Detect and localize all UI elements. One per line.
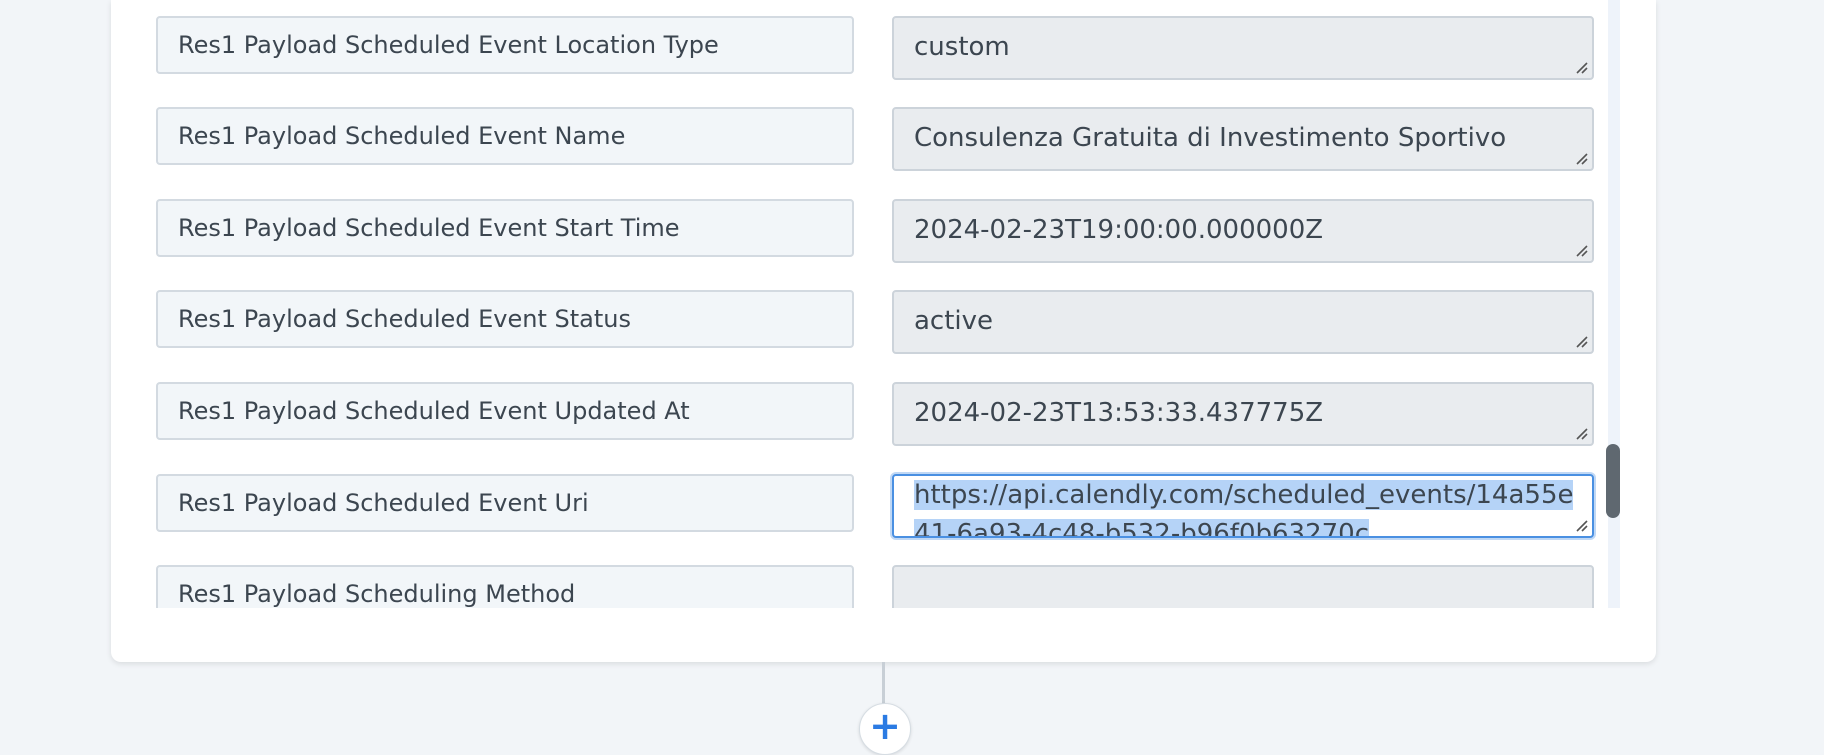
field-value-text: Consulenza Gratuita di Investimento Spor… (914, 123, 1507, 153)
field-label: Res1 Payload Scheduled Event Start Time (156, 199, 854, 257)
resize-grip-icon[interactable] (1574, 243, 1588, 257)
field-value-input[interactable]: active (892, 290, 1594, 354)
field-label: Res1 Payload Scheduled Event Name (156, 107, 854, 165)
resize-grip-icon[interactable] (1574, 151, 1588, 165)
field-value-text: custom (914, 32, 1010, 62)
field-label: Res1 Payload Scheduled Event Updated At (156, 382, 854, 440)
step-connector-line (882, 662, 885, 706)
field-mapping-card: Res1 Payload Scheduled Event Location Ty… (111, 0, 1656, 662)
field-list: Res1 Payload Scheduled Event Location Ty… (111, 0, 1611, 608)
field-value-text: 2024-02-23T13:53:33.437775Z (914, 398, 1324, 428)
resize-grip-icon[interactable] (1574, 60, 1588, 74)
field-value-text: active (914, 306, 994, 336)
resize-grip-icon[interactable] (1574, 518, 1588, 532)
add-step-button[interactable]: + (859, 703, 911, 755)
field-label: Res1 Payload Scheduled Event Uri (156, 474, 854, 532)
field-value-input-focused[interactable]: https://api.calendly.com/scheduled_event… (892, 474, 1594, 538)
field-value-input[interactable]: Consulenza Gratuita di Investimento Spor… (892, 107, 1594, 171)
plus-icon: + (869, 704, 901, 748)
field-value-input[interactable] (892, 565, 1594, 608)
field-label: Res1 Payload Scheduled Event Status (156, 290, 854, 348)
scrollbar-thumb[interactable] (1606, 444, 1620, 518)
field-value-text: 2024-02-23T19:00:00.000000Z (914, 215, 1324, 245)
field-value-input[interactable]: custom (892, 16, 1594, 80)
resize-grip-icon[interactable] (1574, 334, 1588, 348)
field-value-input[interactable]: 2024-02-23T19:00:00.000000Z (892, 199, 1594, 263)
field-label: Res1 Payload Scheduled Event Location Ty… (156, 16, 854, 74)
field-value-input[interactable]: 2024-02-23T13:53:33.437775Z (892, 382, 1594, 446)
field-value-selected-text: https://api.calendly.com/scheduled_event… (914, 480, 1574, 536)
field-label: Res1 Payload Scheduling Method (156, 565, 854, 608)
resize-grip-icon[interactable] (1574, 426, 1588, 440)
